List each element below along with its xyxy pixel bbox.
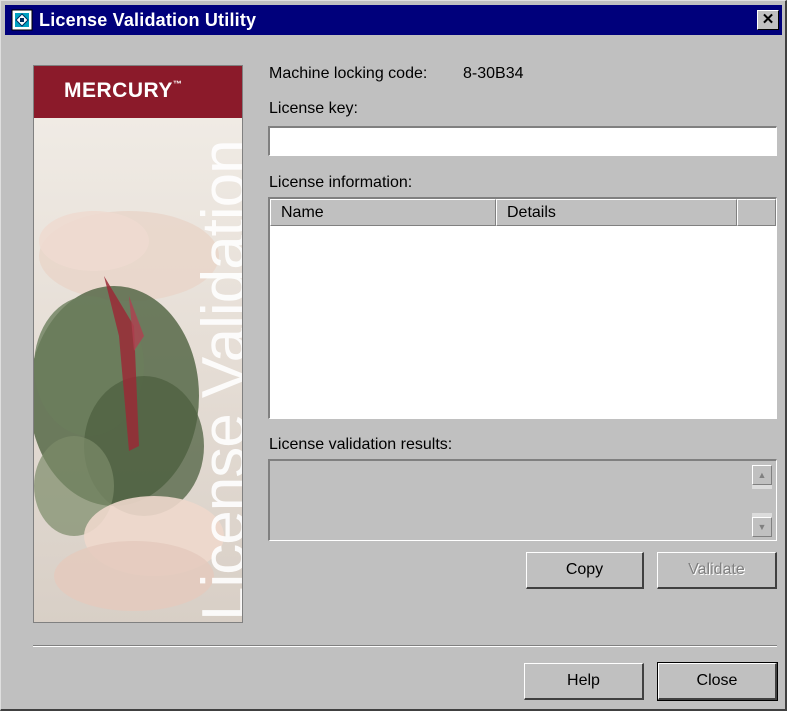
separator: [33, 645, 777, 647]
title-bar[interactable]: License Validation Utility ✕: [5, 5, 782, 35]
logo-text: MERCURY™: [64, 79, 183, 102]
machine-locking-code-label: Machine locking code:: [269, 65, 428, 82]
license-information-list[interactable]: Name Details: [268, 197, 777, 419]
scroll-down-icon[interactable]: ▼: [752, 517, 772, 537]
copy-button[interactable]: Copy: [526, 552, 644, 589]
banner-vertical-title: License Validation: [190, 140, 243, 621]
help-button[interactable]: Help: [524, 663, 644, 700]
validation-results-box[interactable]: ▲ ▼: [268, 459, 777, 541]
validation-results-label: License validation results:: [269, 436, 453, 453]
column-header-extra[interactable]: [737, 199, 776, 226]
license-key-input[interactable]: [268, 126, 777, 156]
column-header-name[interactable]: Name: [270, 199, 496, 226]
validate-button[interactable]: Validate: [657, 552, 777, 589]
license-validation-window: License Validation Utility ✕ MERCURY™ Li…: [0, 0, 787, 711]
window-title: License Validation Utility: [39, 10, 257, 30]
close-button[interactable]: Close: [657, 662, 778, 701]
column-header-details[interactable]: Details: [496, 199, 737, 226]
close-icon[interactable]: ✕: [757, 10, 779, 30]
license-app-icon: [11, 9, 33, 31]
license-key-label: License key:: [269, 100, 358, 117]
machine-locking-code-value: 8-30B34: [463, 65, 524, 82]
product-banner: MERCURY™ License Validation: [33, 65, 243, 623]
mercury-logo: MERCURY™: [34, 66, 242, 118]
results-scrollbar[interactable]: ▲ ▼: [752, 465, 772, 537]
license-information-label: License information:: [269, 174, 413, 191]
scroll-thumb[interactable]: [752, 489, 772, 513]
scroll-up-icon[interactable]: ▲: [752, 465, 772, 485]
